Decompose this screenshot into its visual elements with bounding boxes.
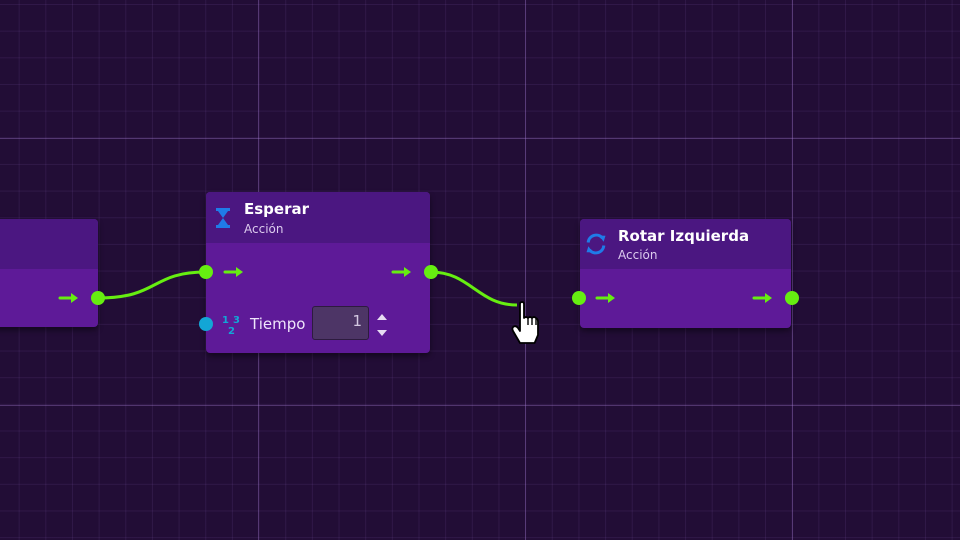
flow-out-pin[interactable]	[785, 291, 799, 305]
number-input-pin[interactable]	[199, 317, 213, 331]
connection-layer	[97, 270, 518, 307]
connection-wire-dragging[interactable]	[430, 270, 518, 307]
flow-out-pin[interactable]	[91, 291, 105, 305]
flow-out-pin[interactable]	[424, 265, 438, 279]
flow-in-pin[interactable]	[572, 291, 586, 305]
connection-wire[interactable]	[97, 270, 207, 300]
hand-cursor-icon	[511, 301, 539, 344]
flow-in-pin[interactable]	[199, 265, 213, 279]
